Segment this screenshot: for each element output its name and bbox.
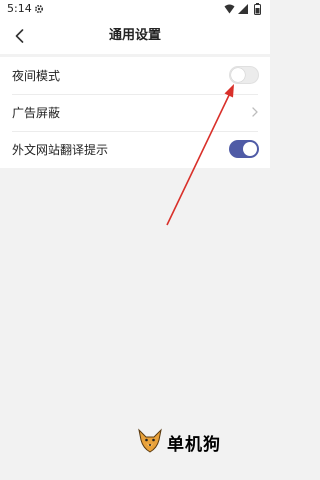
fox-mascot-logo <box>138 428 162 453</box>
back-button[interactable] <box>8 24 30 48</box>
setting-night-mode[interactable]: 夜间模式 <box>0 57 270 94</box>
battery-icon <box>254 3 261 15</box>
translation-prompt-toggle[interactable] <box>229 140 259 158</box>
status-bar: 5:14 <box>0 0 270 18</box>
setting-foreign-translation-prompt[interactable]: 外文网站翻译提示 <box>0 131 270 168</box>
page-title: 通用设置 <box>108 28 161 43</box>
wifi-icon <box>224 4 235 14</box>
toggle-knob <box>231 68 245 82</box>
toggle-knob <box>243 142 257 156</box>
setting-label: 广告屏蔽 <box>12 106 61 120</box>
screen: { "status_bar": { "time": "5:14", "icons… <box>0 0 270 480</box>
chevron-left-icon <box>15 29 23 43</box>
watermark-text: 单机狗 <box>167 435 221 455</box>
status-time: 5:14 <box>7 2 32 15</box>
signal-icon <box>238 4 248 14</box>
setting-ad-block[interactable]: 广告屏蔽 <box>0 94 270 131</box>
title-bar: 通用设置 <box>0 18 270 54</box>
night-mode-toggle[interactable] <box>229 66 259 84</box>
settings-list: 夜间模式 广告屏蔽 外文网站翻译提示 <box>0 57 270 168</box>
settings-gear-icon <box>34 4 44 14</box>
watermark: 单机狗 <box>137 428 237 456</box>
chevron-right-icon <box>252 107 258 117</box>
